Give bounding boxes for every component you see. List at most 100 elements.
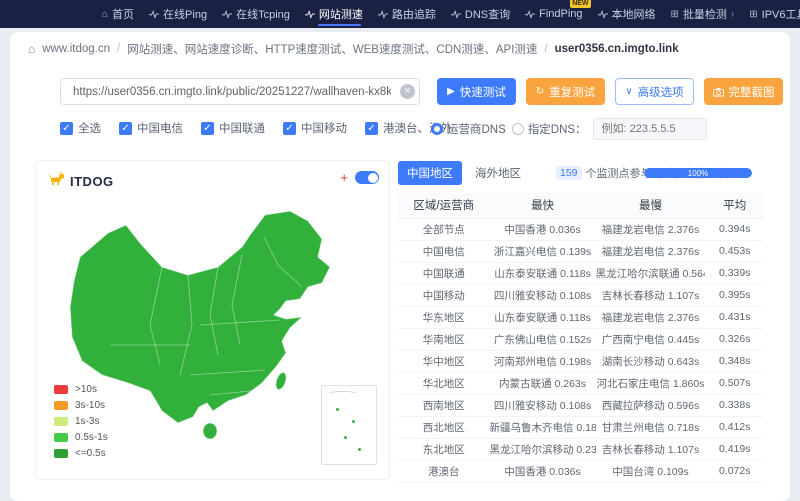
nav-item[interactable]: 本地网络 <box>597 0 656 28</box>
table-cell: 吉林长春移动 1.107s <box>595 438 706 461</box>
legend-label: 3s-10s <box>75 400 106 411</box>
toggle-knob <box>367 172 378 183</box>
custom-dns-input[interactable] <box>592 118 707 140</box>
table-cell: 0.394s <box>705 218 764 241</box>
tab-china-region[interactable]: 中国地区 <box>398 161 462 185</box>
south-china-sea-inset <box>321 385 377 465</box>
nav-item[interactable]: DNS查询 <box>450 0 511 28</box>
results-panel: 中国地区 海外地区 159 个监测点参与测试，当前进度： 100% 区域/运营商… <box>398 160 764 483</box>
quick-test-label: 快速测试 <box>459 86 506 99</box>
table-cell: 华中地区 <box>398 350 490 373</box>
nav-item[interactable]: 在线Tcping <box>222 0 290 28</box>
legend-swatch <box>54 417 68 426</box>
table-row: 西北地区新疆乌鲁木齐电信 0.189s甘肃兰州电信 0.718s0.412s <box>398 416 764 439</box>
main-container: ⌂ www.itdog.cn / 网站测速、网站速度诊断、HTTP速度测试、WE… <box>10 32 790 501</box>
table-cell: 湖南长沙移动 0.643s <box>595 350 706 373</box>
legend-item[interactable]: 1s-3s <box>54 416 108 427</box>
legend-item[interactable]: 0.5s-1s <box>54 432 108 443</box>
dns-operator-radio[interactable]: 运营商DNS <box>431 121 506 137</box>
table-cell: 西藏拉萨移动 0.596s <box>595 394 706 417</box>
advanced-options-button[interactable]: ∨ 高级选项 <box>615 78 694 105</box>
full-screenshot-label: 完整截图 <box>728 86 775 99</box>
nav-item[interactable]: FindPing NEW <box>525 0 591 28</box>
filter-checkbox[interactable]: ✓ 中国联通 <box>201 120 265 136</box>
breadcrumb-separator: / <box>544 43 548 55</box>
advanced-options-label: 高级选项 <box>637 86 684 99</box>
table-cell: 四川雅安移动 0.108s <box>489 284 596 307</box>
radio-selected-icon <box>431 123 443 135</box>
nav-item[interactable]: ⌂ 首页 <box>102 0 134 28</box>
table-header-cell: 最快 <box>489 193 596 219</box>
nav-item[interactable]: 网站测速 <box>304 0 363 28</box>
filter-checkbox-label: 中国移动 <box>301 123 347 135</box>
table-cell: 山东泰安联通 0.118s <box>489 306 596 329</box>
table-cell: 华东地区 <box>398 306 490 329</box>
tab-overseas-region[interactable]: 海外地区 <box>466 161 530 185</box>
chevron-right-icon: › <box>730 8 735 20</box>
table-cell: 0.072s <box>705 460 764 483</box>
nav-item[interactable]: 路由追踪 <box>377 0 436 28</box>
legend-swatch <box>54 433 68 442</box>
legend-item[interactable]: 3s-10s <box>54 400 108 411</box>
table-cell: 0.348s <box>705 350 764 373</box>
camera-icon <box>712 87 724 97</box>
filter-checkbox-label: 中国联通 <box>219 123 265 135</box>
url-input[interactable] <box>60 78 420 105</box>
map-legend: >10s 3s-10s 1s-3s 0.5s-1s <=0.5s <box>54 384 108 459</box>
table-header-cell: 最慢 <box>595 193 706 219</box>
grid-icon: ⊞ <box>749 8 758 20</box>
map-toggle[interactable] <box>355 171 379 184</box>
dns-custom-radio[interactable]: 指定DNS： <box>511 121 587 137</box>
inset-island <box>352 420 355 423</box>
full-screenshot-button[interactable]: 完整截图 <box>704 78 783 105</box>
filter-checkbox[interactable]: ✓ 全选 <box>60 120 101 136</box>
checkbox-checked-icon: ✓ <box>201 121 214 135</box>
table-cell: 0.338s <box>705 394 764 417</box>
pulse-icon <box>149 9 160 19</box>
table-cell: 中国台湾 0.109s <box>595 460 706 483</box>
table-cell: 河北石家庄电信 1.860s <box>595 372 706 395</box>
checkbox-checked-icon: ✓ <box>60 121 73 135</box>
refresh-icon: ↻ <box>535 85 545 97</box>
nav-item-label: DNS查询 <box>464 9 511 21</box>
progress-fill: 100% <box>644 168 752 178</box>
nav-item[interactable]: ⊞IPV6工具› <box>749 0 800 28</box>
top-navbar: ⌂ 首页 在线Ping 在线Tcping 网站测速 路由追踪 DNS查询 FindPing NE… <box>0 0 800 28</box>
nav-item[interactable]: ⊞ 批量检测 › <box>671 0 735 28</box>
map-panel: ITDOG + >10s 3s-10s 1s-3s 0.5s-1s <=0.5s <box>35 160 390 480</box>
breadcrumb-site-link[interactable]: www.itdog.cn <box>42 43 110 55</box>
legend-item[interactable]: >10s <box>54 384 108 395</box>
table-cell: 内蒙古联通 0.263s <box>489 372 596 395</box>
repeat-test-button[interactable]: ↻ 重复测试 <box>526 78 605 105</box>
progress-value: 100% <box>687 168 709 178</box>
test-buttons: ▶ 快速测试 ↻ 重复测试 ∨ 高级选项 完整截图 <box>437 78 783 105</box>
table-cell: 全部节点 <box>398 218 490 241</box>
nav-item[interactable]: 在线Ping <box>149 0 207 28</box>
nav-item-label: 本地网络 <box>611 9 656 21</box>
breadcrumb-separator: / <box>117 43 121 55</box>
table-cell: 0.339s <box>705 262 764 285</box>
new-badge: NEW <box>570 0 591 8</box>
table-row: 华南地区 广东佛山电信 0.152s 广西南宁电信 0.445s 0.326s <box>398 328 764 351</box>
legend-swatch <box>54 385 68 394</box>
pulse-icon <box>525 9 536 19</box>
table-cell: 四川雅安移动 0.108s <box>489 394 596 417</box>
quick-test-button[interactable]: ▶ 快速测试 <box>437 78 516 105</box>
clear-input-icon[interactable]: × <box>400 84 415 99</box>
home-icon: ⌂ <box>28 42 36 56</box>
table-cell: 广西南宁电信 0.445s <box>595 328 706 351</box>
nav-item-label: FindPing <box>539 8 583 20</box>
table-cell: 山东泰安联通 0.118s <box>489 262 596 285</box>
nav-item-label: 首页 <box>112 9 135 21</box>
filter-checkbox[interactable]: ✓ 中国电信 <box>119 120 183 136</box>
nav-item-label: 在线Tcping <box>236 9 290 21</box>
table-cell: 福建龙岩电信 2.376s <box>595 306 706 329</box>
nav-item-label: 在线Ping <box>163 9 208 21</box>
inset-island <box>336 408 339 411</box>
dns-options: 运营商DNS 指定DNS： <box>431 118 707 140</box>
dog-icon <box>48 171 66 191</box>
table-row: 西南地区 四川雅安移动 0.108s 西藏拉萨移动 0.596s 0.338s <box>398 394 764 417</box>
filter-checkbox[interactable]: ✓ 中国移动 <box>283 120 347 136</box>
legend-item[interactable]: <=0.5s <box>54 448 108 459</box>
table-cell: 0.395s <box>705 284 764 307</box>
